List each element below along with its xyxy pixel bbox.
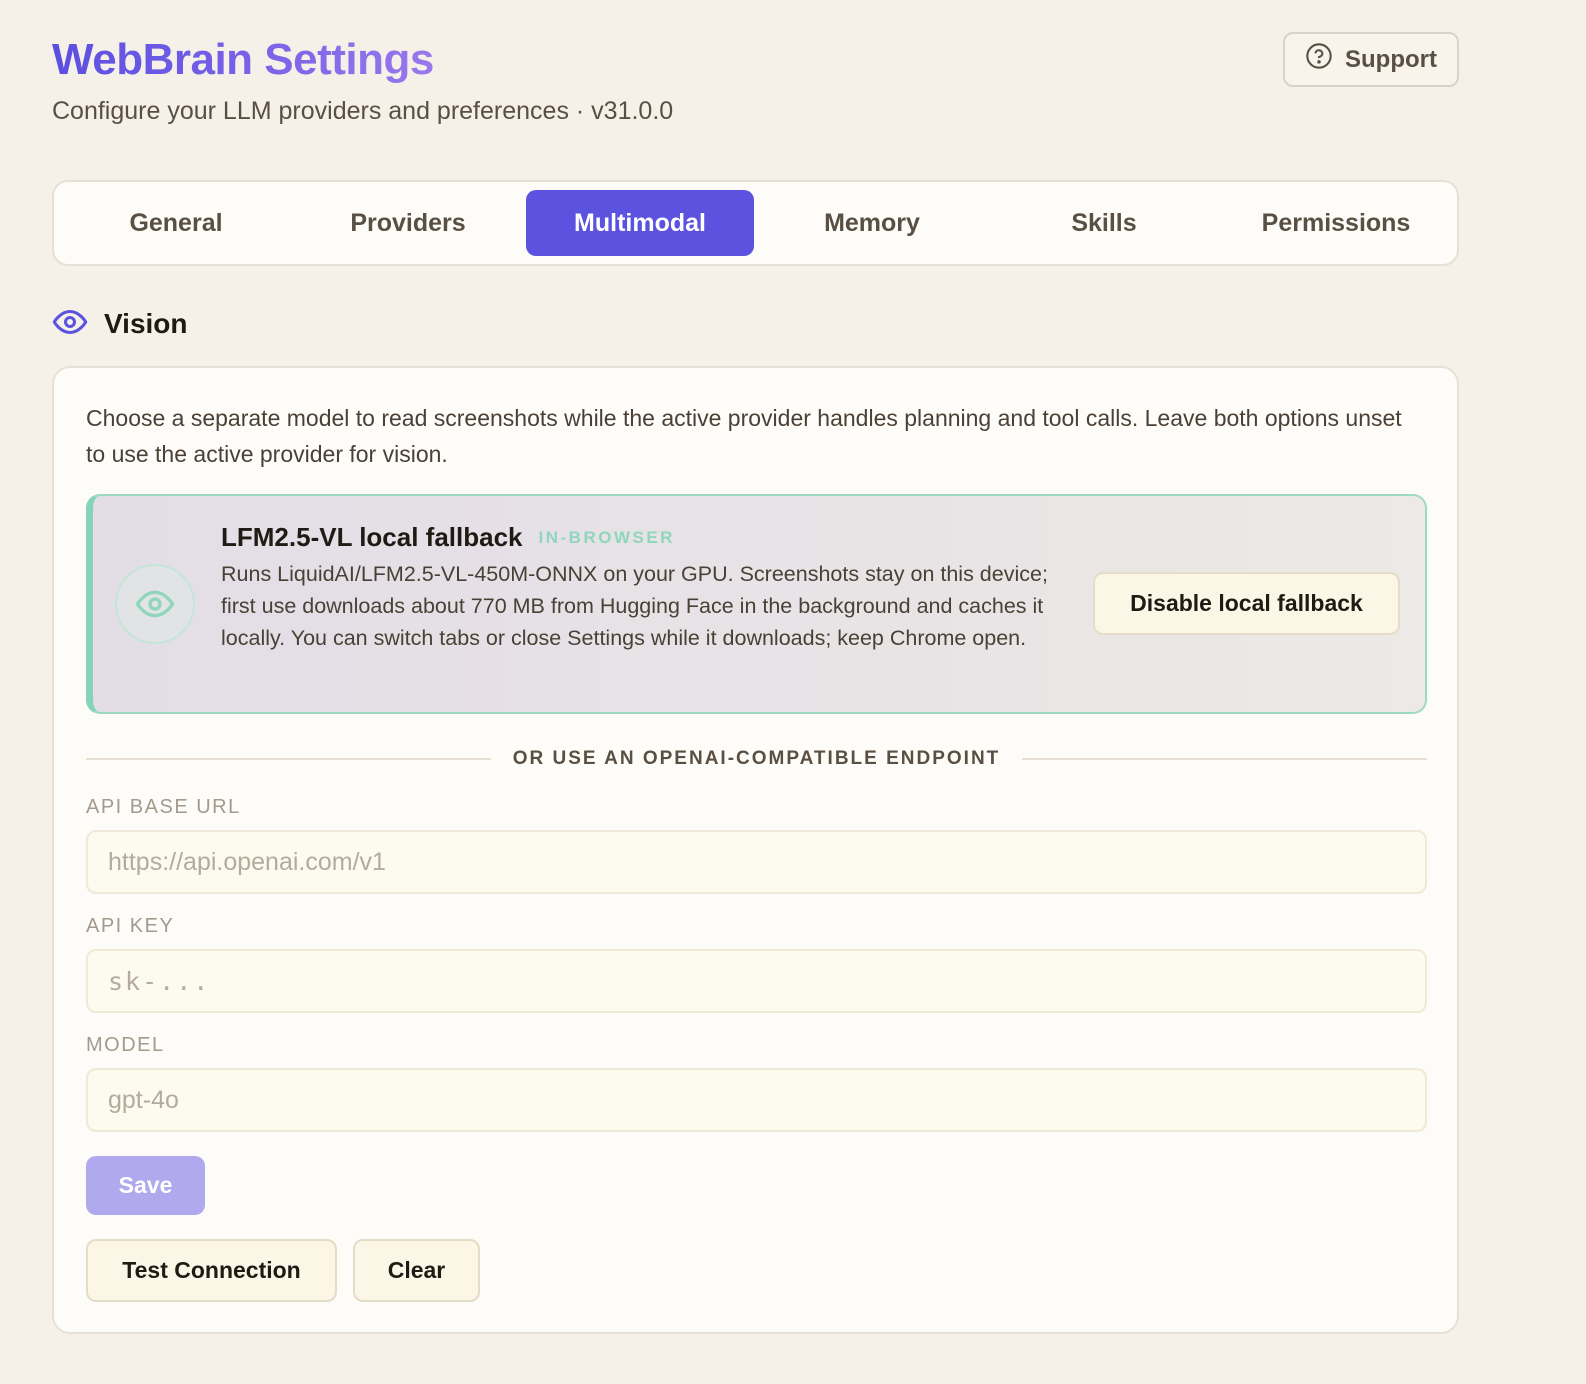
tab-memory[interactable]: Memory [758,190,986,256]
section-title: Vision [104,308,188,339]
tab-permissions[interactable]: Permissions [1222,190,1450,256]
in-browser-badge: IN-BROWSER [538,527,675,547]
api-base-url-input[interactable] [86,830,1427,894]
fallback-title-row: LFM2.5-VL local fallback IN-BROWSER [221,522,675,553]
tab-skills[interactable]: Skills [990,190,1218,256]
tab-general[interactable]: General [62,190,290,256]
settings-tabs: General Providers Multimodal Memory Skil… [52,180,1459,266]
api-key-input[interactable] [86,949,1427,1013]
divider-line [1022,758,1427,760]
help-circle-icon [1305,42,1333,77]
test-connection-button[interactable]: Test Connection [86,1239,337,1302]
settings-page: WebBrain Settings Configure your LLM pro… [0,0,1586,1384]
api-key-label: API KEY [86,915,175,937]
tab-providers[interactable]: Providers [294,190,522,256]
support-label: Support [1345,45,1437,73]
fallback-title: LFM2.5-VL local fallback [221,522,523,552]
page-subtitle: Configure your LLM providers and prefere… [52,97,674,125]
page-title: WebBrain Settings [52,35,434,84]
disable-local-fallback-button[interactable]: Disable local fallback [1093,572,1400,635]
save-button[interactable]: Save [86,1156,205,1215]
endpoint-divider: OR USE AN OPENAI-COMPATIBLE ENDPOINT [86,744,1427,774]
eye-icon [115,564,195,644]
eye-icon [52,304,88,345]
divider-line [86,758,491,760]
vision-description: Choose a separate model to read screensh… [86,405,1402,467]
fallback-description: Runs LiquidAI/LFM2.5-VL-450M-ONNX on you… [221,562,1048,650]
model-label: MODEL [86,1034,165,1056]
clear-button[interactable]: Clear [353,1239,480,1302]
vision-card: Choose a separate model to read screensh… [52,366,1459,1334]
vision-section-header: Vision [52,304,188,344]
tab-multimodal[interactable]: Multimodal [526,190,754,256]
divider-label: OR USE AN OPENAI-COMPATIBLE ENDPOINT [512,748,1001,769]
support-button[interactable]: Support [1283,32,1459,87]
model-input[interactable] [86,1068,1427,1132]
api-base-url-label: API BASE URL [86,796,241,818]
local-fallback-panel: LFM2.5-VL local fallback IN-BROWSER Runs… [86,494,1427,714]
